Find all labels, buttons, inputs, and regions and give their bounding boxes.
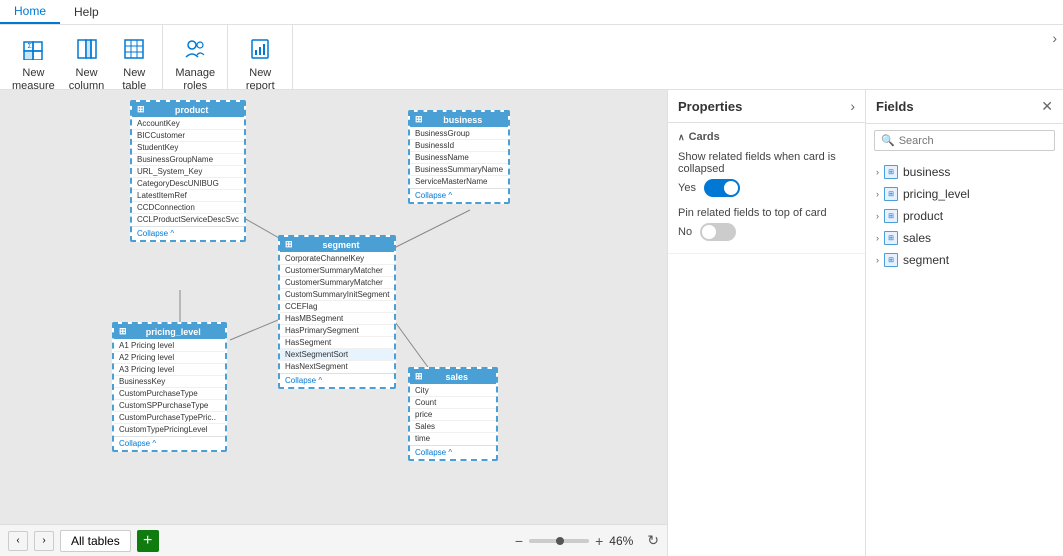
- manage-roles-button[interactable]: Manageroles: [169, 29, 221, 97]
- properties-panel: Properties › ∧ Cards Show related fields…: [667, 90, 865, 556]
- column-icon: [71, 33, 103, 65]
- measure-icon: Σ: [17, 33, 49, 65]
- svg-text:Σ: Σ: [28, 43, 33, 50]
- show-related-toggle[interactable]: [704, 179, 740, 197]
- er-table-segment[interactable]: ⊞segment CorporateChannelKey CustomerSum…: [278, 235, 396, 389]
- zoom-percentage: 46%: [609, 534, 641, 548]
- er-table-pricing-level[interactable]: ⊞pricing_level A1 Pricing level A2 Prici…: [112, 322, 227, 452]
- pin-related-no-label: No: [678, 226, 692, 238]
- field-table-icon-segment: ⊞: [884, 253, 898, 267]
- add-table-button[interactable]: +: [137, 530, 159, 552]
- field-label-business: business: [903, 165, 950, 179]
- sales-table-header: ⊞sales: [410, 369, 496, 384]
- canvas-nav-bar: ‹ › All tables + − + 46% ↻: [0, 524, 667, 556]
- product-table-collapse[interactable]: Collapse ^: [132, 226, 244, 240]
- segment-table-collapse[interactable]: Collapse ^: [280, 373, 394, 387]
- field-chevron-business: ›: [876, 167, 879, 177]
- product-table-header: ⊞product: [132, 102, 244, 117]
- fields-search-input[interactable]: [899, 135, 1048, 147]
- cards-section-label: Cards: [689, 131, 720, 143]
- refresh-button[interactable]: ↻: [647, 532, 659, 549]
- segment-table-header: ⊞segment: [280, 237, 394, 252]
- zoom-plus-button[interactable]: +: [595, 533, 603, 549]
- pricing-level-table-collapse[interactable]: Collapse ^: [114, 436, 225, 450]
- business-table-header: ⊞business: [410, 112, 508, 127]
- fields-panel: Fields ✕ 🔍 › ⊞ business › ⊞ pricing_leve…: [865, 90, 1063, 556]
- field-label-pricing: pricing_level: [903, 187, 970, 201]
- field-label-segment: segment: [903, 253, 949, 267]
- pin-related-toggle[interactable]: [700, 223, 736, 241]
- er-table-product[interactable]: ⊞product AccountKey BICCustomer StudentK…: [130, 100, 246, 242]
- new-measure-button[interactable]: Σ Newmeasure: [6, 29, 61, 97]
- canvas-next-button[interactable]: ›: [34, 531, 54, 551]
- roles-icon: [179, 33, 211, 65]
- field-chevron-segment: ›: [876, 255, 879, 265]
- show-related-fields-label: Show related fields when card is collaps…: [678, 151, 855, 175]
- new-column-button[interactable]: Newcolumn: [63, 29, 110, 97]
- field-table-icon-sales: ⊞: [884, 231, 898, 245]
- field-item-pricing-level[interactable]: › ⊞ pricing_level: [866, 183, 1063, 205]
- fields-search-icon: 🔍: [881, 134, 895, 147]
- zoom-slider-track[interactable]: [529, 539, 589, 543]
- field-item-business[interactable]: › ⊞ business: [866, 161, 1063, 183]
- show-related-yes-label: Yes: [678, 182, 696, 194]
- field-table-icon-pricing: ⊞: [884, 187, 898, 201]
- pricing-level-table-body: A1 Pricing level A2 Pricing level A3 Pri…: [114, 339, 225, 436]
- cards-chevron-icon: ∧: [678, 132, 685, 143]
- tab-home[interactable]: Home: [0, 0, 60, 24]
- table-icon: [118, 33, 150, 65]
- field-label-product: product: [903, 209, 943, 223]
- sales-table-body: City Count price Sales time: [410, 384, 496, 445]
- er-table-business[interactable]: ⊞business BusinessGroup BusinessId Busin…: [408, 110, 510, 204]
- new-report-button[interactable]: Newreport: [234, 29, 286, 97]
- field-item-sales[interactable]: › ⊞ sales: [866, 227, 1063, 249]
- zoom-minus-button[interactable]: −: [515, 533, 523, 549]
- fields-list: › ⊞ business › ⊞ pricing_level › ⊞ produ…: [866, 157, 1063, 556]
- pin-related-fields-label: Pin related fields to top of card: [678, 207, 855, 219]
- pricing-level-table-header: ⊞pricing_level: [114, 324, 225, 339]
- business-table-body: BusinessGroup BusinessId BusinessName Bu…: [410, 127, 508, 188]
- field-chevron-sales: ›: [876, 233, 879, 243]
- field-table-icon-product: ⊞: [884, 209, 898, 223]
- segment-table-body: CorporateChannelKey CustomerSummaryMatch…: [280, 252, 394, 373]
- product-table-body: AccountKey BICCustomer StudentKey Busine…: [132, 117, 244, 226]
- field-chevron-pricing: ›: [876, 189, 879, 199]
- field-table-icon-business: ⊞: [884, 165, 898, 179]
- field-item-product[interactable]: › ⊞ product: [866, 205, 1063, 227]
- field-label-sales: sales: [903, 231, 931, 245]
- report-icon: [244, 33, 276, 65]
- field-chevron-product: ›: [876, 211, 879, 221]
- er-canvas-area: ⊞product AccountKey BICCustomer StudentK…: [0, 90, 667, 556]
- ribbon-collapse-button[interactable]: ›: [1046, 26, 1063, 50]
- business-table-collapse[interactable]: Collapse ^: [410, 188, 508, 202]
- all-tables-button[interactable]: All tables: [60, 530, 131, 552]
- canvas-prev-button[interactable]: ‹: [8, 531, 28, 551]
- sales-table-collapse[interactable]: Collapse ^: [410, 445, 496, 459]
- field-item-segment[interactable]: › ⊞ segment: [866, 249, 1063, 271]
- fields-search-box[interactable]: 🔍: [874, 130, 1055, 151]
- er-table-sales[interactable]: ⊞sales City Count price Sales time Colla…: [408, 367, 498, 461]
- new-table-button[interactable]: Newtable: [112, 29, 156, 97]
- tab-help[interactable]: Help: [60, 0, 113, 24]
